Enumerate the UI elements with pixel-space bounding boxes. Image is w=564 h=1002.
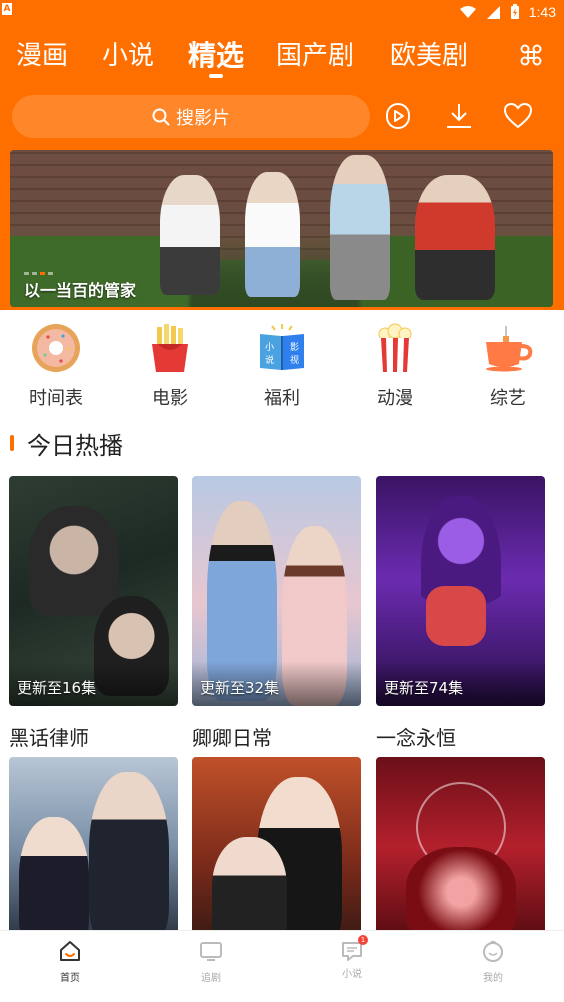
tab-novel[interactable]: 小说 <box>102 34 154 78</box>
tab-domestic-drama[interactable]: 国产剧 <box>276 34 354 78</box>
category-schedule[interactable]: 时间表 <box>16 322 96 410</box>
poster-image: 更新至32集 <box>192 476 361 706</box>
home-icon <box>60 941 80 961</box>
poster-image: 更新至16集 <box>9 476 178 706</box>
video-title: 黑话律师 <box>9 726 89 750</box>
battery-icon <box>510 4 519 19</box>
header: A 1:43 漫画 小说 精选 国产剧 欧美剧 搜影片 以一当百的管家 <box>0 0 564 310</box>
book-icon: 小 说 影 视 <box>260 324 304 370</box>
category-variety[interactable]: 综艺 <box>468 322 548 410</box>
nav-follow[interactable]: 追剧 <box>171 939 251 984</box>
video-title: 卿卿日常 <box>192 726 272 750</box>
banner-indicator <box>24 272 53 275</box>
category-label: 福利 <box>264 388 300 409</box>
banner-carousel[interactable]: 以一当百的管家 <box>10 150 553 307</box>
category-row: 时间表 电影 小 说 影 视 福利 动漫 综艺 <box>0 322 564 412</box>
section-header: 今日热播 <box>10 426 123 460</box>
category-label: 时间表 <box>29 388 83 409</box>
search-placeholder: 搜影片 <box>176 107 230 129</box>
category-welfare[interactable]: 小 说 影 视 福利 <box>242 322 322 410</box>
tab-western-drama[interactable]: 欧美剧 <box>390 34 468 78</box>
fries-icon <box>152 324 188 372</box>
wifi-icon <box>459 6 476 18</box>
bottom-nav: 首页 追剧 1 小说 我的 <box>0 930 564 1002</box>
video-card[interactable]: 更新至74集 一念永恒 <box>376 476 545 751</box>
signal-icon <box>486 5 500 19</box>
svg-text:小: 小 <box>265 342 274 353</box>
tab-bar: 漫画 小说 精选 国产剧 欧美剧 <box>0 34 564 84</box>
poster-image: 更新至74集 <box>376 476 545 706</box>
video-card[interactable] <box>9 757 178 937</box>
category-label: 电影 <box>152 388 188 409</box>
video-card[interactable]: 更新至32集 卿卿日常 <box>192 476 361 751</box>
video-card[interactable] <box>376 757 545 937</box>
tab-manhua[interactable]: 漫画 <box>16 34 68 78</box>
nav-label: 小说 <box>342 969 362 980</box>
nav-label: 追剧 <box>201 973 221 984</box>
nav-profile[interactable]: 我的 <box>453 939 533 984</box>
nav-label: 我的 <box>483 973 503 984</box>
popcorn-icon <box>377 323 413 372</box>
category-label: 综艺 <box>490 388 526 409</box>
profile-icon <box>483 940 503 962</box>
svg-text:视: 视 <box>290 354 299 366</box>
search-icon <box>152 108 170 125</box>
play-icon[interactable] <box>382 100 414 132</box>
carrier-icon: A <box>2 3 12 15</box>
svg-text:说: 说 <box>265 354 274 366</box>
video-card[interactable]: 更新至16集 黑话律师 <box>9 476 178 751</box>
category-movie[interactable]: 电影 <box>130 322 210 410</box>
category-label: 动漫 <box>377 388 413 409</box>
status-time: 1:43 <box>528 4 556 20</box>
nav-novel[interactable]: 1 小说 <box>312 935 392 980</box>
nav-label: 首页 <box>60 973 80 984</box>
section-title: 今日热播 <box>27 431 123 460</box>
nav-home[interactable]: 首页 <box>30 939 110 984</box>
notification-badge: 1 <box>358 935 368 945</box>
donut-icon <box>32 324 80 372</box>
video-card[interactable] <box>192 757 361 937</box>
tea-cup-icon <box>486 326 533 372</box>
video-title: 一念永恒 <box>376 726 456 750</box>
banner-caption: 以一当百的管家 <box>24 281 137 300</box>
search-bar[interactable]: 搜影片 <box>12 95 370 138</box>
category-anime[interactable]: 动漫 <box>355 322 435 410</box>
status-icons: 1:43 <box>459 2 556 22</box>
heart-icon[interactable] <box>502 100 534 132</box>
active-tab-indicator <box>209 74 223 78</box>
section-accent-bar <box>10 435 14 451</box>
message-icon-wrap: 1 <box>340 935 368 963</box>
episode-badge: 更新至16集 <box>17 679 97 697</box>
episode-badge: 更新至32集 <box>200 679 280 697</box>
svg-text:影: 影 <box>290 342 299 353</box>
command-icon[interactable] <box>518 42 544 68</box>
tab-featured[interactable]: 精选 <box>188 34 244 78</box>
tv-icon <box>200 942 222 961</box>
download-icon[interactable] <box>443 100 475 132</box>
episode-badge: 更新至74集 <box>384 679 464 697</box>
status-bar: A 1:43 <box>0 0 564 24</box>
